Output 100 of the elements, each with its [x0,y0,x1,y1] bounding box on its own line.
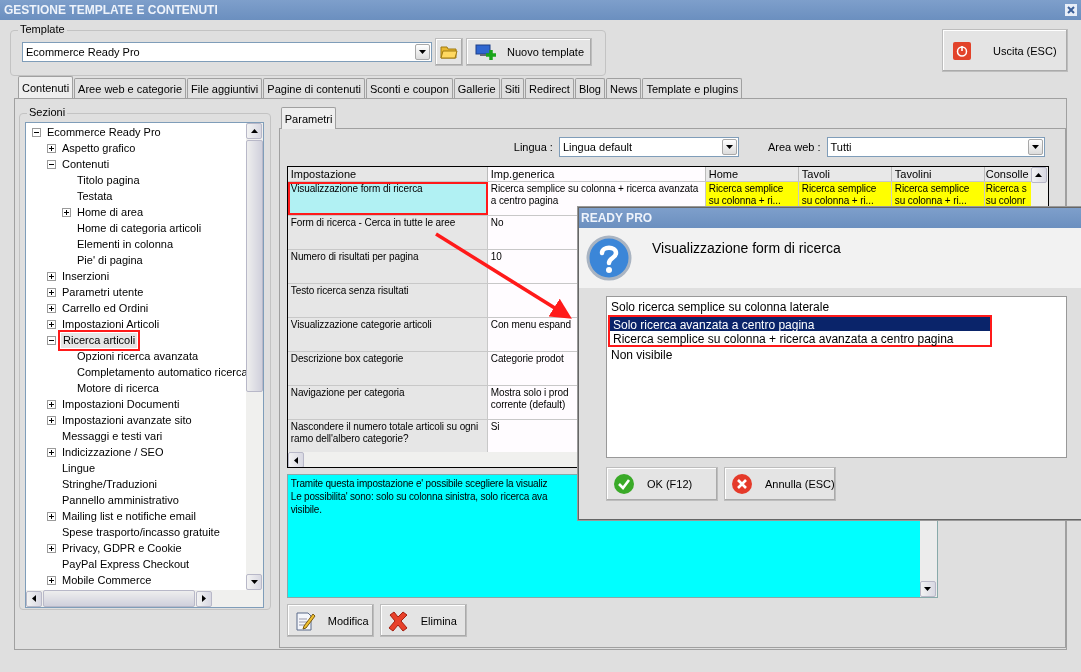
expand-toggle-icon[interactable] [47,543,56,553]
window-title: GESTIONE TEMPLATE E CONTENUTI [4,3,218,17]
expand-toggle-icon[interactable] [47,447,56,457]
cancel-button[interactable]: Annulla (ESC) [724,467,836,501]
expand-toggle-icon[interactable] [62,207,71,217]
expand-toggle-icon[interactable] [47,511,56,521]
edit-note-icon [293,609,316,632]
list-option[interactable]: Ricerca semplice su colonna + ricerca avanzata a centro pagina [608,331,992,347]
tree-item[interactable]: Pie' di pagina [75,252,145,268]
tree-item[interactable]: Privacy, GDPR e Cookie [60,540,184,556]
tree-item[interactable]: Impostazioni Documenti [60,396,182,412]
down-arrow-icon [924,587,932,591]
tab[interactable]: Sconti e coupon [365,78,453,98]
table-cell[interactable]: Numero di risultati per pagina [287,250,488,283]
tree-item[interactable]: Stringhe/Traduzioni [60,476,159,492]
tab[interactable]: Pagine di contenuti [263,78,365,98]
expand-toggle-icon[interactable] [32,127,41,137]
dropdown-arrow-icon [1031,145,1039,149]
expand-toggle-icon[interactable] [47,399,56,409]
web-area-dropdown[interactable]: Tutti [826,137,1045,157]
tab[interactable]: Gallerie [453,78,500,98]
tree-item[interactable]: Testata [75,188,115,204]
tab[interactable]: Parametri [280,107,337,129]
tree-item[interactable]: Impostazioni Articoli [60,316,162,332]
tree-item[interactable]: Ecommerce Ready Pro [45,124,163,140]
expand-toggle-icon[interactable] [47,271,56,281]
question-icon [586,235,632,281]
new-template-button[interactable]: Nuovo template [466,38,592,66]
vertical-scrollbar[interactable] [246,123,263,590]
expand-toggle-icon[interactable] [47,143,56,153]
tree-item[interactable]: Lingue [60,460,98,476]
tab[interactable]: Siti [500,78,524,98]
column-header[interactable]: Imp.generica [487,167,706,181]
group-label: Template [18,23,67,35]
right-arrow-icon [202,595,206,602]
table-cell[interactable]: Visualizzazione categorie articoli [287,318,488,351]
down-arrow-icon [250,580,258,584]
tree-item[interactable]: Home di categoria articoli [75,220,204,236]
tree-item[interactable]: Carrello ed Ordini [60,300,151,316]
expand-toggle-icon[interactable] [47,287,56,297]
language-dropdown[interactable]: Lingua default [558,137,739,157]
open-folder-button[interactable] [435,38,463,66]
field-label: Lingua : [513,141,553,153]
close-icon[interactable] [1065,4,1077,16]
description-line: visibile. [290,503,322,516]
list-option[interactable]: Solo ricerca semplice su colonna laterale [608,299,1065,315]
column-header[interactable]: Home [705,167,799,181]
tree-item[interactable]: PayPal Express Checkout [60,556,192,572]
tree-item[interactable]: Motore di ricerca [75,380,161,396]
tree-item[interactable]: Opzioni ricerca avanzata [75,348,201,364]
tab[interactable]: Template e plugins [642,78,743,98]
table-cell[interactable]: Nascondere il numero totale articoli su ogni ramo dell'albero categorie? [287,420,488,453]
tab[interactable]: Aree web e categorie [74,78,187,98]
folder-icon [440,44,458,60]
list-option[interactable]: Solo ricerca avanzata a centro pagina [608,315,992,331]
tree-item[interactable]: Home di area [75,204,146,220]
table-cell[interactable]: Testo ricerca senza risultati [287,284,488,317]
expand-toggle-icon[interactable] [47,415,56,425]
tree-item[interactable]: Inserzioni [60,268,112,284]
table-cell[interactable]: Form di ricerca - Cerca in tutte le aree [287,216,488,249]
tree-item[interactable]: Indicizzazione / SEO [60,444,166,460]
tree-item[interactable]: Messaggi e testi vari [60,428,165,444]
tab[interactable]: Contenuti [18,76,74,98]
exit-button[interactable]: Uscita (ESC) [942,29,1068,72]
left-arrow-icon [293,456,298,464]
up-arrow-icon [250,129,258,133]
tree-item[interactable]: Impostazioni avanzate sito [60,412,194,428]
up-arrow-icon [1035,173,1043,177]
tree-item[interactable]: Titolo pagina [75,172,142,188]
expand-toggle-icon[interactable] [47,303,56,313]
table-cell[interactable]: Descrizione box categorie [287,352,488,385]
edit-button[interactable]: Modifica [286,604,374,637]
tree-item[interactable]: Elementi in colonna [75,236,175,252]
tab[interactable]: Redirect [524,78,574,98]
expand-toggle-icon[interactable] [47,575,56,585]
field-label: Area web : [767,141,821,153]
table-cell[interactable]: Navigazione per categoria [287,386,488,419]
expand-toggle-icon[interactable] [47,159,56,169]
horizontal-scrollbar[interactable] [26,590,263,607]
tree-item[interactable]: Mailing list e notifiche email [60,508,198,524]
tree-item[interactable]: Aspetto grafico [60,140,138,156]
expand-toggle-icon[interactable] [47,335,56,345]
tab[interactable]: File aggiuntivi [187,78,263,98]
tree-item[interactable]: Ricerca articoli [61,332,138,348]
column-header[interactable]: Tavoli [798,167,892,181]
tree-item[interactable]: Pannello amministrativo [60,492,181,508]
tree-item[interactable]: Spese trasporto/incasso gratuite [60,524,222,540]
ok-button[interactable]: OK (F12) [606,467,718,501]
tree-item[interactable]: Mobile Commerce [60,572,154,588]
column-header[interactable]: Tavolini [891,167,985,181]
expand-toggle-icon[interactable] [47,319,56,329]
checkmark-icon [613,473,635,495]
left-arrow-icon [32,595,36,602]
template-dropdown[interactable]: Ecommerce Ready Pro [22,42,432,62]
tab[interactable]: Blog [574,78,605,98]
delete-button[interactable]: Elimina [379,604,467,637]
tree-item[interactable]: Parametri utente [60,284,146,300]
tree-item[interactable]: Contenuti [60,156,112,172]
table-cell[interactable]: Visualizzazione form di ricerca [287,182,488,215]
tab[interactable]: News [605,78,642,98]
